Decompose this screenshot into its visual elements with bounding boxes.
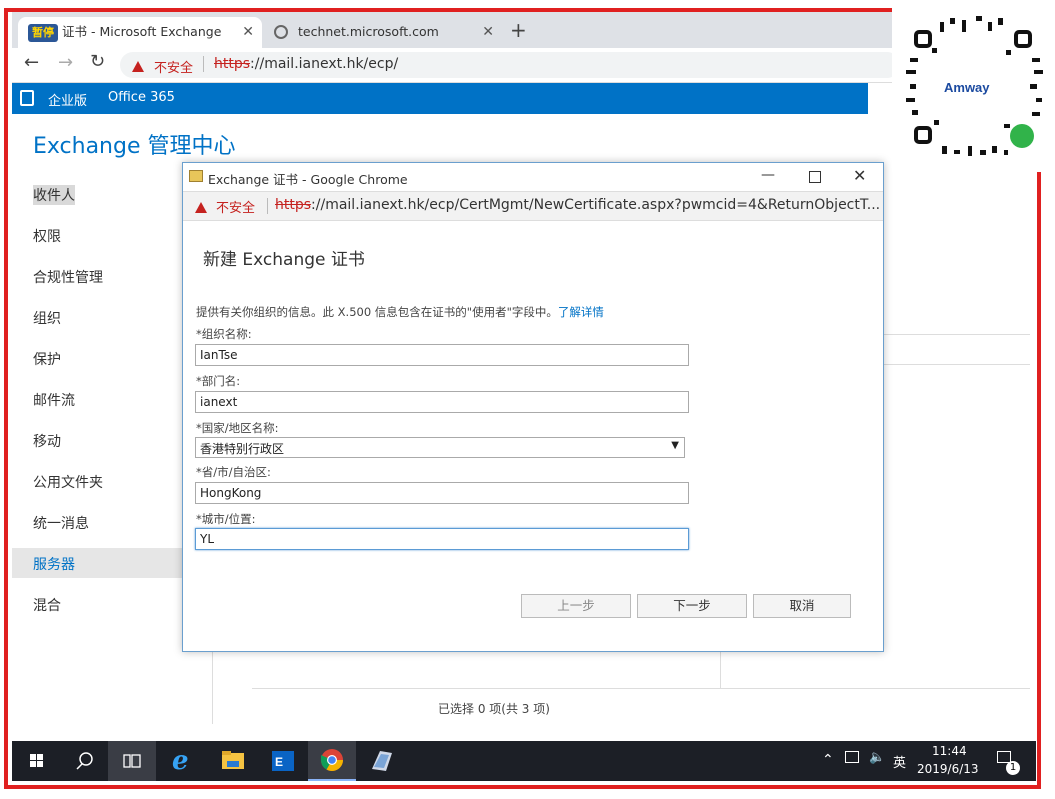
taskbar-exchange[interactable]: E xyxy=(260,741,308,781)
department-label: *部门名: xyxy=(196,374,241,388)
nav-item-organization[interactable]: 组织 xyxy=(33,308,61,328)
certificate-icon xyxy=(189,170,203,182)
task-view-button[interactable] xyxy=(108,741,156,781)
browser-tabstrip: 暂停 证书 - Microsoft Exchange ✕ technet.mic… xyxy=(12,12,892,48)
divider xyxy=(212,652,213,724)
address-bar[interactable]: 不安全 https://mail.ianext.hk/ecp/ xyxy=(120,52,900,78)
search-button[interactable] xyxy=(60,741,108,781)
qr-code-overlay: Amway xyxy=(892,0,1055,172)
search-icon xyxy=(76,752,93,770)
tab-title: technet.microsoft.com xyxy=(298,24,439,39)
tab-exchange-certificates[interactable]: 暂停 证书 - Microsoft Exchange ✕ xyxy=(18,17,262,48)
selection-status: 已选择 0 项(共 3 项) xyxy=(438,702,550,716)
state-label: *省/市/自治区: xyxy=(196,465,271,479)
back-button[interactable]: 上一步 xyxy=(521,594,631,618)
new-tab-button[interactable]: + xyxy=(510,18,527,42)
new-certificate-window: Exchange 证书 - Google Chrome — ✕ 不安全 http… xyxy=(182,162,884,652)
cancel-button[interactable]: 取消 xyxy=(753,594,851,618)
notification-count-badge: 1 xyxy=(1006,761,1020,775)
clock-time[interactable]: 11:44 xyxy=(932,744,967,758)
nav-item-servers[interactable]: 服务器 xyxy=(33,554,75,574)
city-input[interactable]: YL xyxy=(195,528,689,550)
ecp-top-bar: 企业版 Office 365 xyxy=(12,83,868,114)
dialog-heading: 新建 Exchange 证书 xyxy=(203,250,365,270)
taskbar-chrome[interactable] xyxy=(308,741,356,781)
clock-date[interactable]: 2019/6/13 xyxy=(917,762,979,776)
country-select[interactable]: 香港特别行政区 ▼ xyxy=(195,437,685,458)
warning-icon xyxy=(195,199,207,215)
warning-icon xyxy=(132,59,144,73)
reload-icon[interactable]: ↻ xyxy=(90,51,105,72)
close-icon[interactable]: ✕ xyxy=(853,166,866,185)
nav-item-recipients[interactable]: 收件人 xyxy=(33,185,75,205)
nav-item-protection[interactable]: 保护 xyxy=(33,349,61,369)
app-icon xyxy=(372,751,392,771)
nav-item-mail-flow[interactable]: 邮件流 xyxy=(33,390,75,410)
folder-icon xyxy=(222,751,244,769)
intro-text: 提供有关你组织的信息。此 X.500 信息包含在证书的"使用者"字段中。了解详情 xyxy=(196,305,604,319)
city-label: *城市/位置: xyxy=(196,512,256,526)
divider xyxy=(252,688,1030,689)
popup-address-bar: 不安全 https://mail.ianext.hk/ecp/CertMgmt/… xyxy=(183,191,883,221)
nav-item-permissions[interactable]: 权限 xyxy=(33,226,61,246)
windows-logo-icon xyxy=(30,754,43,767)
browser-toolbar: ← → ↻ 不安全 https://mail.ianext.hk/ecp/ xyxy=(12,48,900,83)
globe-icon xyxy=(274,25,288,39)
maximize-icon[interactable] xyxy=(809,171,821,183)
task-view-icon xyxy=(123,754,141,768)
security-label: 不安全 xyxy=(216,201,256,216)
tab-technet[interactable]: technet.microsoft.com ✕ xyxy=(266,17,502,48)
internet-explorer-icon: e xyxy=(172,746,189,776)
brand-logo: Amway xyxy=(944,80,990,95)
window-title-bar: Exchange 证书 - Google Chrome — ✕ xyxy=(183,163,883,191)
org-name-label: *组织名称: xyxy=(196,327,252,341)
org-name-input[interactable]: IanTse xyxy=(195,344,689,366)
taskbar-file-explorer[interactable] xyxy=(210,741,258,781)
security-label: 不安全 xyxy=(154,61,194,76)
office-icon[interactable] xyxy=(20,90,34,106)
nav-item-public-folders[interactable]: 公用文件夹 xyxy=(33,472,103,492)
tab-title: 证书 - Microsoft Exchange xyxy=(62,24,222,39)
divider xyxy=(720,652,721,688)
nav-item-hybrid[interactable]: 混合 xyxy=(33,595,61,615)
next-button[interactable]: 下一步 xyxy=(637,594,747,618)
chrome-icon xyxy=(321,749,343,771)
taskbar-app[interactable] xyxy=(358,741,406,781)
country-label: *国家/地区名称: xyxy=(196,421,279,435)
nav-item-mobile[interactable]: 移动 xyxy=(33,431,61,451)
windows-taskbar: e E ⌃ 🔈 英 11:44 2019/6/13 1 xyxy=(12,741,1036,781)
divider xyxy=(884,334,1030,335)
state-input[interactable]: HongKong xyxy=(195,482,689,504)
chevron-up-icon[interactable]: ⌃ xyxy=(822,752,834,768)
divider xyxy=(884,364,1030,365)
pause-badge: 暂停 xyxy=(28,24,58,42)
svg-text:E: E xyxy=(275,755,283,769)
volume-muted-icon[interactable]: 🔈 xyxy=(869,750,885,765)
window-title: Exchange 证书 - Google Chrome xyxy=(208,172,408,187)
back-arrow-icon[interactable]: ← xyxy=(24,52,39,73)
page-title: Exchange 管理中心 xyxy=(33,134,236,159)
dropdown-arrow-icon: ▼ xyxy=(671,440,679,451)
nav-item-compliance[interactable]: 合规性管理 xyxy=(33,267,103,287)
nav-item-unified-messaging[interactable]: 统一消息 xyxy=(33,513,89,533)
department-input[interactable]: ianext xyxy=(195,391,689,413)
office365-link[interactable]: Office 365 xyxy=(108,90,175,105)
forward-arrow-icon[interactable]: → xyxy=(58,52,73,73)
divider xyxy=(267,198,268,214)
start-button[interactable] xyxy=(12,741,60,781)
minimize-icon[interactable]: — xyxy=(761,167,775,183)
learn-more-link[interactable]: 了解详情 xyxy=(558,305,604,319)
network-icon[interactable] xyxy=(845,751,859,763)
close-tab-icon[interactable]: ✕ xyxy=(482,17,494,47)
divider xyxy=(203,56,204,72)
taskbar-ie[interactable]: e xyxy=(160,741,208,781)
ime-indicator[interactable]: 英 xyxy=(893,752,906,771)
popup-url-text: https://mail.ianext.hk/ecp/CertMgmt/NewC… xyxy=(275,197,881,213)
edition-link[interactable]: 企业版 xyxy=(48,90,87,109)
url-text: https://mail.ianext.hk/ecp/ xyxy=(214,56,399,72)
exchange-icon: E xyxy=(272,751,294,771)
country-select-value: 香港特别行政区 xyxy=(200,442,285,456)
close-tab-icon[interactable]: ✕ xyxy=(242,17,254,47)
